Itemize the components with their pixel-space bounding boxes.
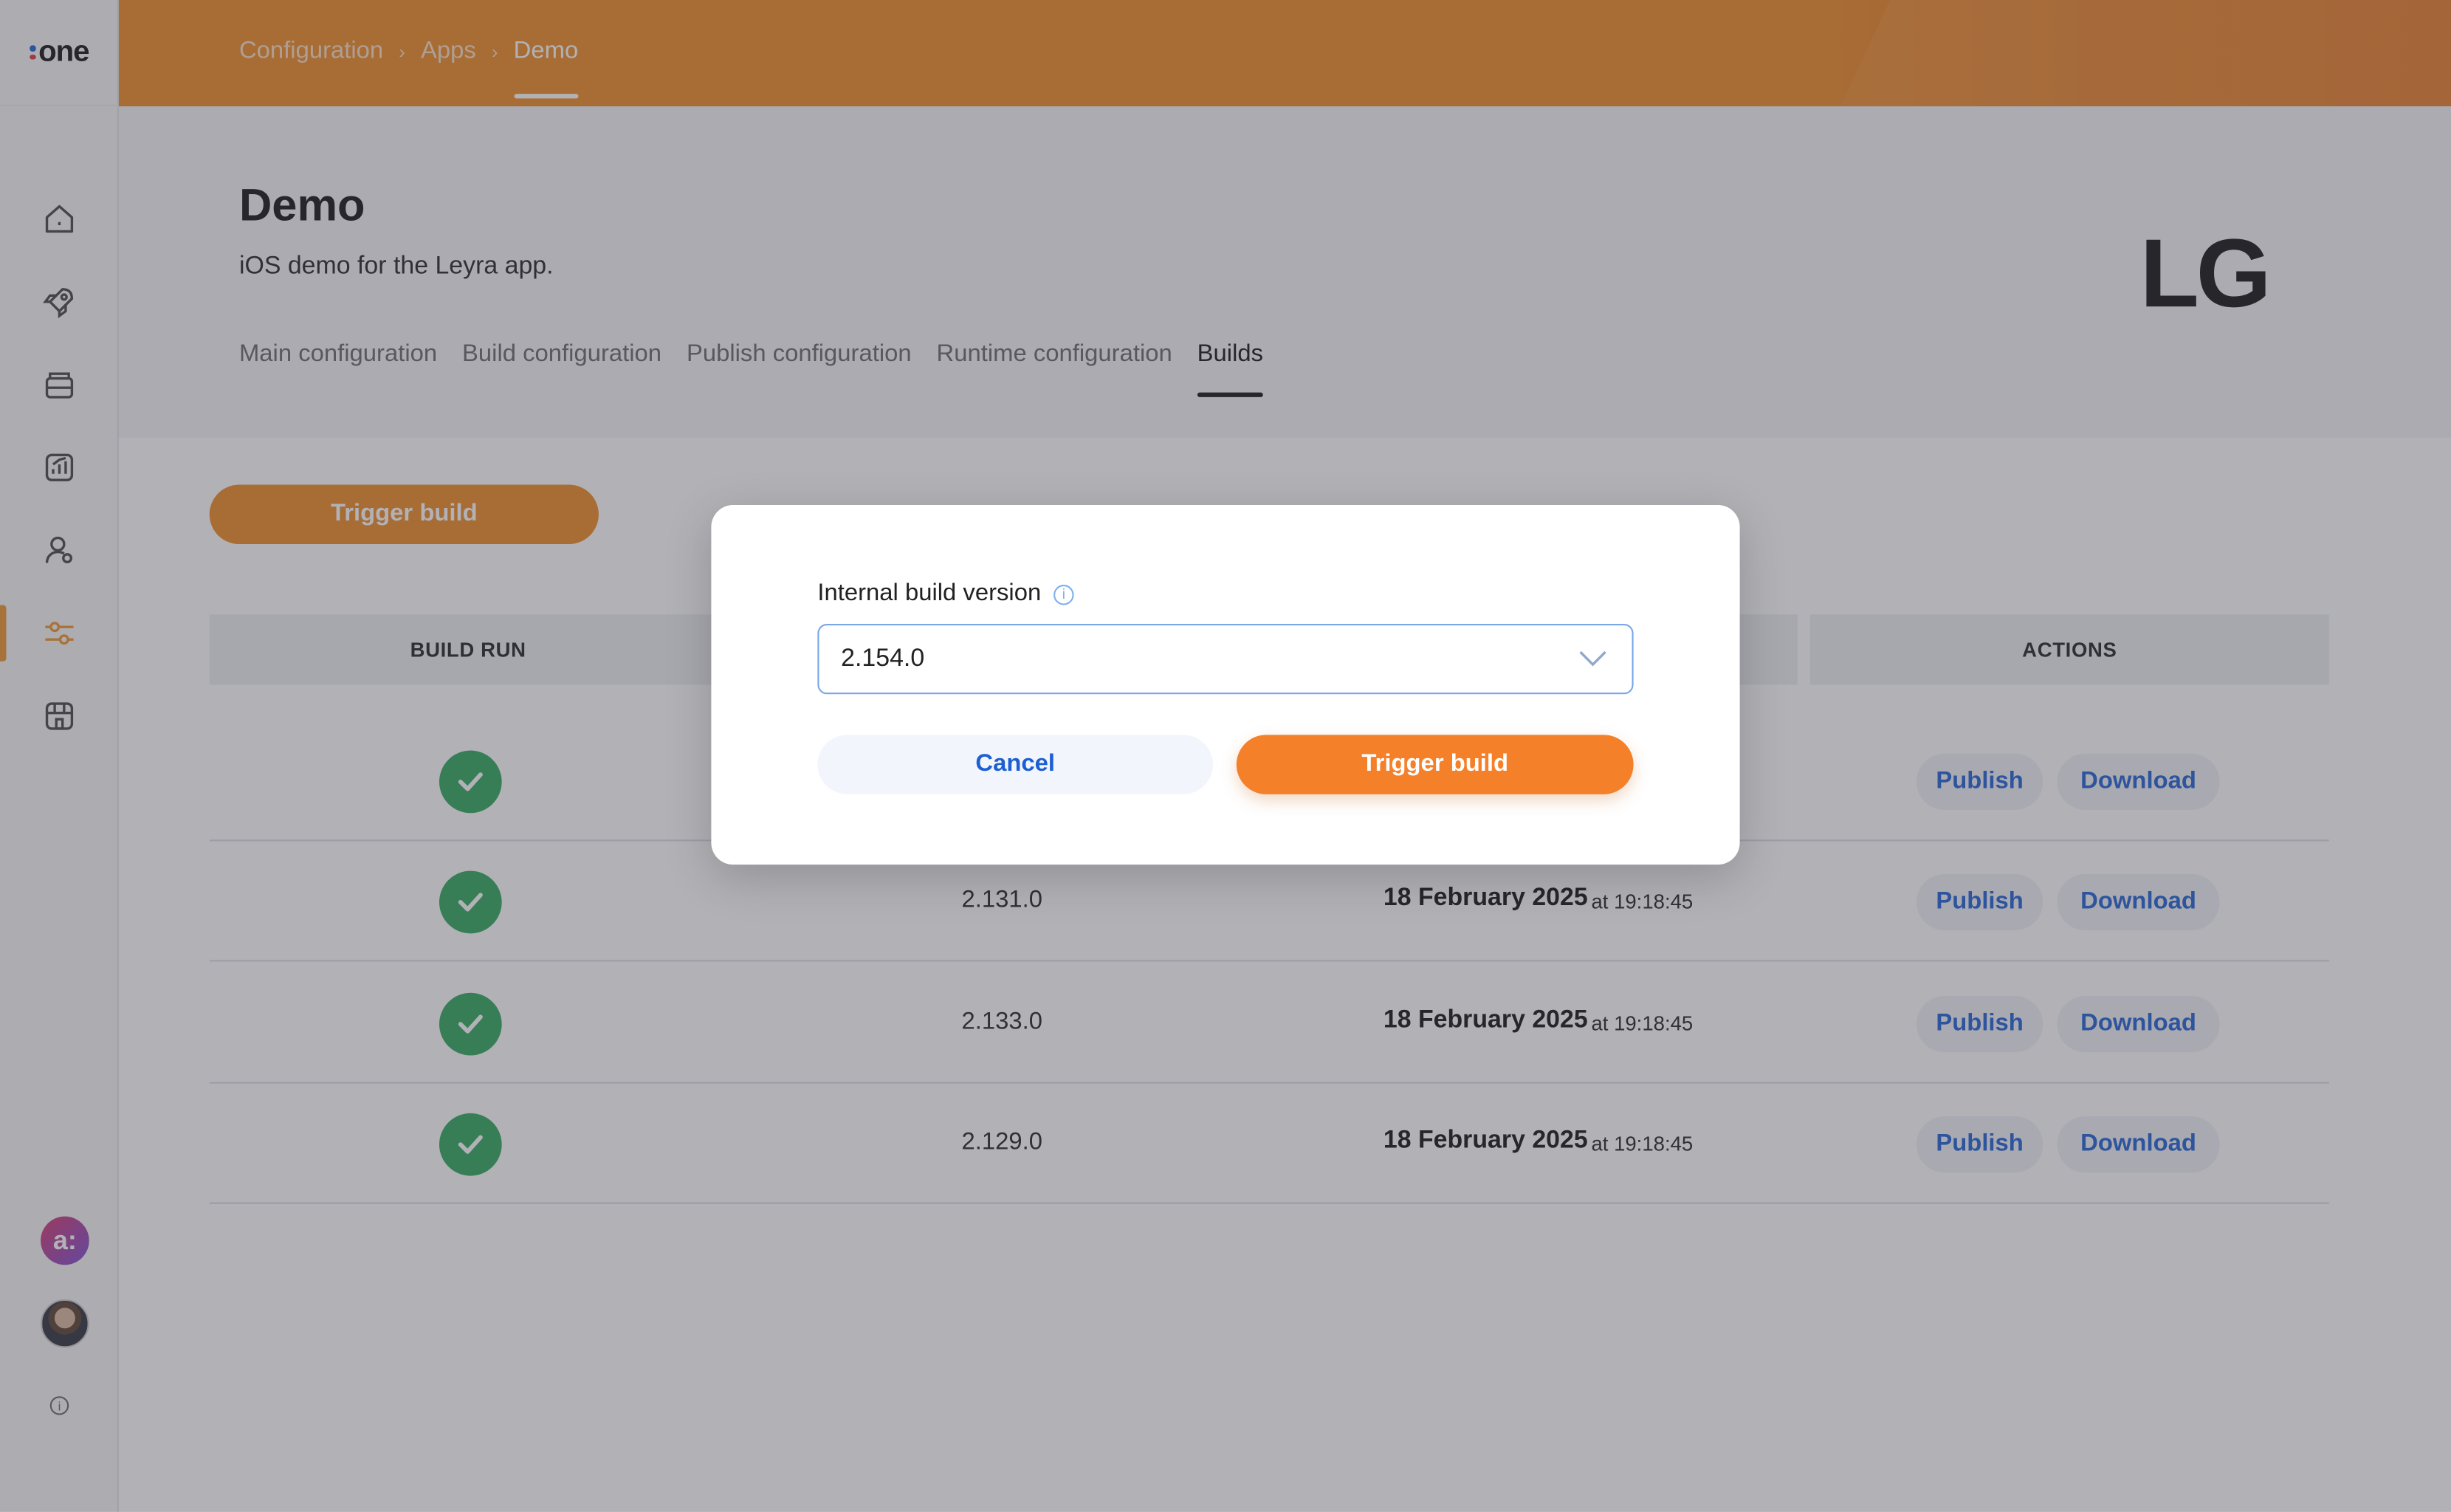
- chevron-down-icon: [1579, 650, 1606, 667]
- selected-version: 2.154.0: [841, 645, 925, 672]
- build-version-select[interactable]: 2.154.0: [817, 624, 1634, 695]
- build-version-label: Internal build version i: [817, 580, 1074, 608]
- trigger-build-dialog: Internal build version i 2.154.0 Cancel …: [711, 505, 1740, 865]
- confirm-trigger-build-button[interactable]: Trigger build: [1236, 735, 1634, 794]
- build-version-label-text: Internal build version: [817, 580, 1042, 607]
- app-root: one a: i Configuration › Apps › Demo Dem…: [0, 0, 2451, 1512]
- cancel-button[interactable]: Cancel: [817, 735, 1214, 794]
- info-icon[interactable]: i: [1053, 583, 1074, 605]
